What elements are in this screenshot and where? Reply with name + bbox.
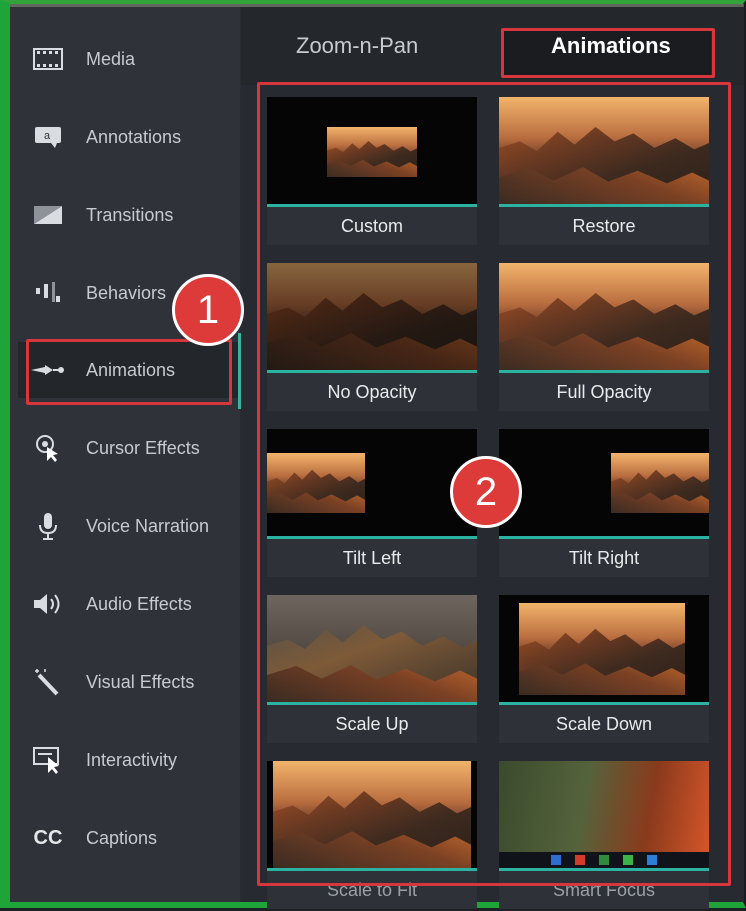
sidebar-item-audio-effects[interactable]: Audio Effects (18, 576, 240, 632)
cursor-effects-icon (24, 433, 72, 463)
step-badge-2: 2 (450, 456, 522, 528)
sidebar-item-voice-narration[interactable]: Voice Narration (18, 498, 240, 554)
sidebar-item-label: Cursor Effects (86, 437, 200, 458)
sidebar-item-cursor-effects[interactable]: Cursor Effects (18, 420, 240, 476)
sidebar-item-visual-effects[interactable]: Visual Effects (18, 654, 240, 710)
step-badge-1: 1 (172, 274, 244, 346)
sidebar-item-captions[interactable]: CC Captions (18, 810, 240, 866)
sidebar-item-label: Visual Effects (86, 671, 195, 692)
tab-zoom-n-pan[interactable]: Zoom-n-Pan (296, 33, 418, 59)
sidebar-item-label: Voice Narration (86, 515, 210, 536)
interactivity-icon (24, 745, 72, 775)
svg-text:a: a (44, 130, 51, 142)
sidebar-item-annotations[interactable]: a Annotations (18, 109, 240, 165)
behaviors-icon (24, 280, 72, 306)
highlight-box-animations-tab (501, 28, 715, 78)
magic-wand-icon (24, 667, 72, 697)
transition-icon (24, 205, 72, 225)
sidebar-item-label: Behaviors (86, 282, 167, 303)
sidebar-item-label: Transitions (86, 204, 174, 225)
sidebar-item-label: Interactivity (86, 749, 178, 770)
sidebar-item-label: Media (86, 48, 136, 69)
sidebar-item-media[interactable]: Media (18, 31, 240, 87)
highlight-box-animations-sidebar (26, 339, 232, 405)
captions-icon: CC (33, 826, 63, 849)
annotation-icon: a (24, 125, 72, 149)
sidebar-item-label: Captions (86, 827, 158, 848)
microphone-icon (24, 511, 72, 541)
speaker-icon (24, 591, 72, 617)
sidebar: Media a Annotations Transitions Behavior… (10, 7, 240, 902)
sidebar-item-interactivity[interactable]: Interactivity (18, 732, 240, 788)
sidebar-item-label: Annotations (86, 126, 182, 147)
sidebar-item-label: Audio Effects (86, 593, 192, 614)
film-icon (24, 48, 72, 70)
sidebar-item-transitions[interactable]: Transitions (18, 187, 240, 243)
